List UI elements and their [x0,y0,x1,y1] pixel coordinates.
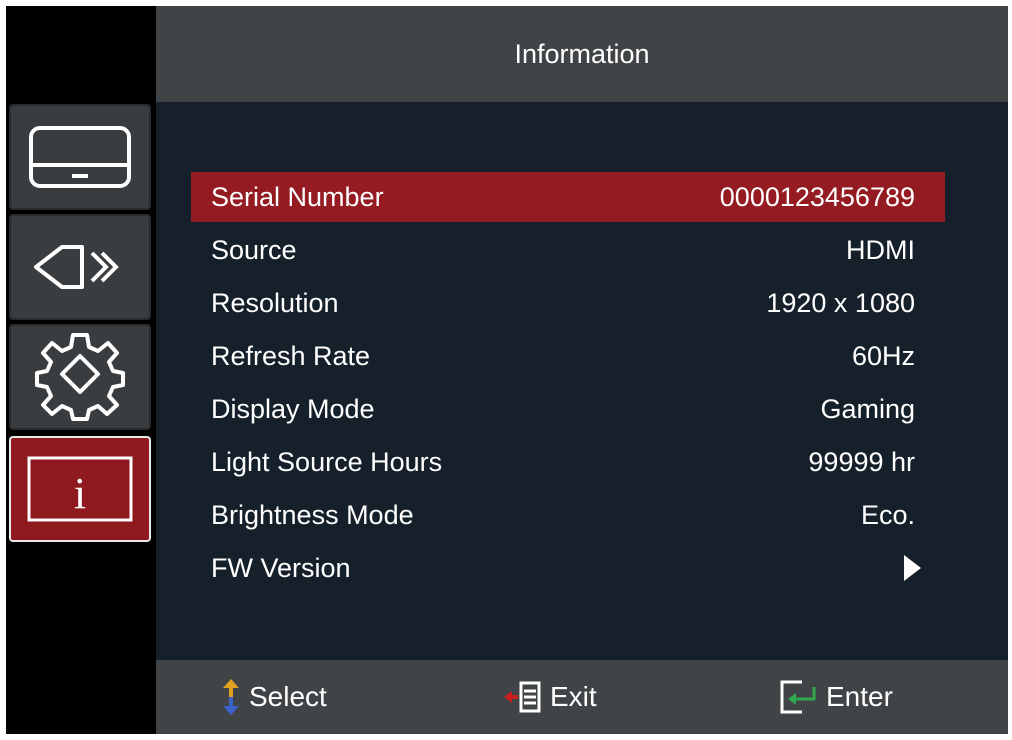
submenu-arrow-icon[interactable] [904,555,921,581]
info-row-refresh-rate[interactable]: Refresh Rate 60Hz [191,331,945,381]
info-row-source[interactable]: Source HDMI [191,225,945,275]
info-icon-glyph: i [74,469,86,518]
audio-icon [34,245,119,289]
info-icon: i [27,456,133,522]
info-row-label: Display Mode [211,393,375,424]
up-down-arrow-icon [223,679,239,715]
info-row-fw-version[interactable]: FW Version [191,543,945,593]
page-title: Information [514,38,650,69]
info-row-serial-number[interactable]: Serial Number 0000123456789 [191,172,945,222]
footer-enter-label: Enter [826,681,893,712]
info-row-label: Source [211,234,297,265]
footer-exit-label: Exit [550,681,597,712]
info-row-value: Gaming [820,393,915,424]
info-row-resolution[interactable]: Resolution 1920 x 1080 [191,278,945,328]
osd-menu: i Information Serial Number 000012345678… [6,6,1008,734]
info-row-value: 99999 hr [808,446,915,477]
menu-header: Information [156,6,1008,102]
info-row-display-mode[interactable]: Display Mode Gaming [191,384,945,434]
enter-icon [780,680,816,714]
footer-select-label: Select [249,681,327,712]
menu-footer: Select Exit Enter [156,660,1008,734]
info-row-light-source-hours[interactable]: Light Source Hours 99999 hr [191,437,945,487]
info-row-label: Serial Number [211,181,384,212]
sidebar: i [6,6,156,734]
footer-exit-hint[interactable]: Exit [502,660,597,734]
sidebar-item-display[interactable] [9,104,151,210]
exit-icon [504,681,541,713]
sidebar-item-settings[interactable] [9,324,151,430]
info-row-value: HDMI [846,234,915,265]
info-row-brightness-mode[interactable]: Brightness Mode Eco. [191,490,945,540]
settings-gear-icon [35,333,125,421]
info-row-value: Eco. [860,499,915,530]
info-row-label: Refresh Rate [211,340,371,371]
info-row-label: Brightness Mode [211,499,414,530]
info-row-value: 0000123456789 [719,181,915,212]
sidebar-item-information[interactable]: i [9,436,151,542]
info-row-label: Resolution [211,287,339,318]
info-row-label: Light Source Hours [211,446,443,477]
footer-enter-hint[interactable]: Enter [778,660,893,734]
information-panel: Serial Number 0000123456789 Source HDMI … [156,102,1008,660]
footer-select-hint[interactable]: Select [221,660,327,734]
display-icon [29,126,131,188]
info-row-value: 1920 x 1080 [766,287,915,318]
info-row-label: FW Version [211,552,351,583]
info-row-value: 60Hz [851,340,915,371]
sidebar-item-audio[interactable] [9,214,151,320]
